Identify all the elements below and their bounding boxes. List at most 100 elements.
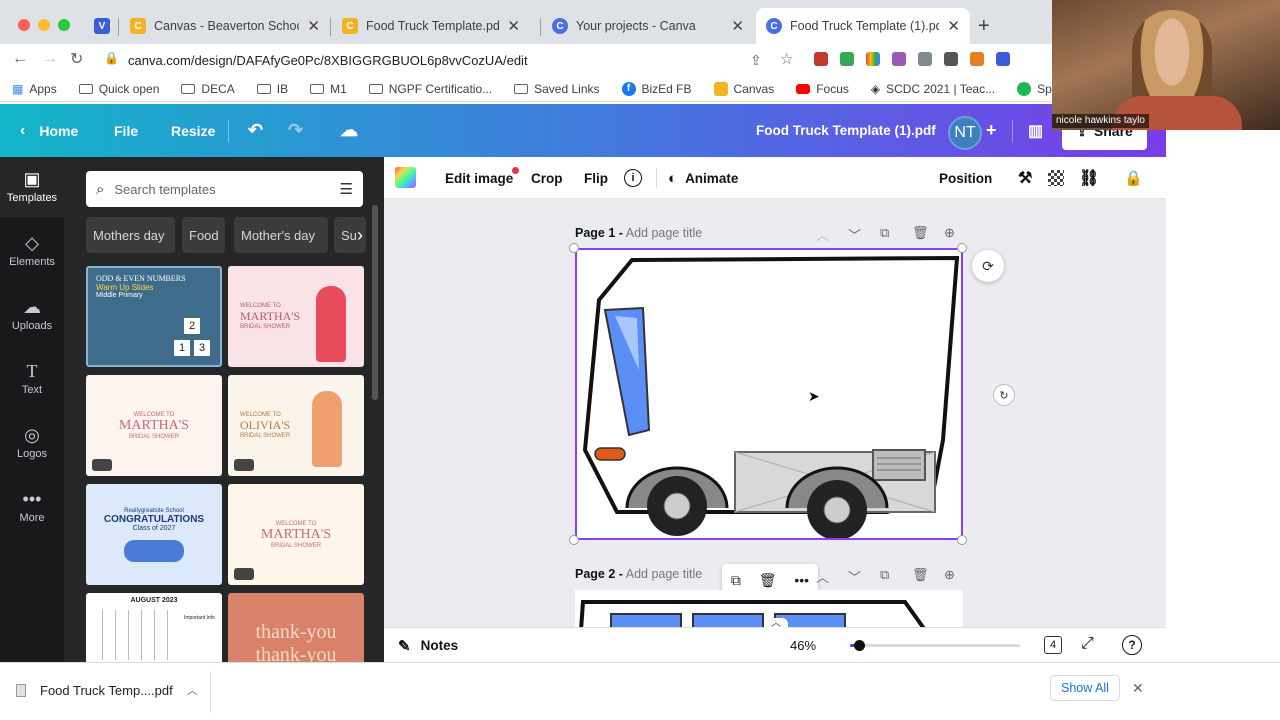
- sidebar-item-more[interactable]: ••• More: [0, 477, 64, 537]
- zoom-level[interactable]: 46%: [790, 638, 816, 653]
- filter-sliders-icon[interactable]: ☰: [340, 180, 353, 198]
- chevron-up-icon[interactable]: ︿: [816, 567, 829, 586]
- extension-icon[interactable]: [996, 52, 1010, 66]
- extension-icon[interactable]: [892, 52, 906, 66]
- sidebar-item-elements[interactable]: ◇ Elements: [0, 221, 64, 281]
- resize-handle-tl[interactable]: [569, 243, 579, 253]
- panel-scrollbar[interactable]: [372, 205, 378, 400]
- template-olivias[interactable]: WELCOME TO OLIVIA'S BRIDAL SHOWER: [228, 375, 364, 476]
- bookmark-ib[interactable]: IB: [256, 82, 288, 96]
- forward-arrow-icon[interactable]: →: [42, 50, 58, 68]
- fullscreen-icon[interactable]: ⤢: [1081, 635, 1094, 653]
- close-downloads-icon[interactable]: ✕: [1132, 680, 1144, 697]
- minimize-window-icon[interactable]: [38, 19, 50, 31]
- bookmark-ngpf[interactable]: NGPF Certificatio...: [368, 82, 492, 96]
- delete-page-icon[interactable]: 🗑: [912, 567, 929, 583]
- add-collaborator-icon[interactable]: +: [986, 104, 997, 157]
- tab-vivaldi-pinned[interactable]: V: [88, 8, 116, 44]
- page-1-canvas[interactable]: [575, 248, 963, 540]
- extension-icon[interactable]: [918, 52, 932, 66]
- tab-canvas-beaverton[interactable]: C Canvas - Beaverton School Dis ✕: [120, 8, 330, 44]
- duplicate-page-icon[interactable]: ⧉: [880, 567, 889, 583]
- position-button[interactable]: Position: [939, 157, 992, 199]
- bookmark-quick-open[interactable]: Quick open: [78, 82, 159, 96]
- avatar[interactable]: NT: [948, 116, 982, 150]
- color-picker-icon[interactable]: [395, 167, 416, 188]
- insights-chart-icon[interactable]: ▥: [1028, 104, 1043, 157]
- link-icon[interactable]: ⛓: [1079, 157, 1099, 199]
- bookmark-apps[interactable]: ▦ Apps: [12, 82, 57, 96]
- delete-page-icon[interactable]: 🗑: [912, 225, 929, 241]
- home-button[interactable]: ‹ Home: [20, 104, 78, 157]
- resize-handle-tr[interactable]: [957, 243, 967, 253]
- crop-button[interactable]: Crop: [531, 157, 563, 199]
- extension-icon[interactable]: [944, 52, 958, 66]
- sidebar-item-uploads[interactable]: ☁ Uploads: [0, 285, 64, 345]
- edit-image-button[interactable]: Edit image: [445, 157, 520, 199]
- duplicate-page-icon[interactable]: ⧉: [880, 225, 889, 241]
- sidebar-item-templates[interactable]: ▣ Templates: [0, 157, 64, 217]
- resize-handle-br[interactable]: [957, 535, 967, 545]
- bookmark-deca[interactable]: DECA: [181, 82, 235, 96]
- tab-food-truck-intro[interactable]: C Food Truck Template.pdf: Intro ✕: [332, 8, 530, 44]
- template-odd-even[interactable]: ODD & EVEN NUMBERS Warm Up Slides Middle…: [86, 266, 222, 367]
- info-icon[interactable]: i: [624, 157, 642, 199]
- show-all-button[interactable]: Show All: [1050, 675, 1120, 701]
- flip-button[interactable]: Flip: [584, 157, 608, 199]
- chevron-up-icon[interactable]: ︿: [816, 225, 829, 244]
- close-tab-icon[interactable]: ✕: [731, 17, 744, 35]
- add-page-title[interactable]: Add page title: [626, 567, 702, 581]
- chip-mothers-day-2[interactable]: Mother's day: [234, 217, 328, 253]
- bookmark-m1[interactable]: M1: [310, 82, 347, 96]
- add-page-icon[interactable]: ⊕: [944, 567, 955, 583]
- close-tab-icon[interactable]: ✕: [947, 17, 960, 35]
- template-congratulations[interactable]: Reallygreatsite School CONGRATULATIONS C…: [86, 484, 222, 585]
- resize-handle-bl[interactable]: [569, 535, 579, 545]
- lock-icon[interactable]: 🔒: [1124, 157, 1143, 199]
- template-calendar[interactable]: AUGUST 2023 Important Info: [86, 593, 222, 662]
- file-menu-button[interactable]: File: [114, 104, 138, 157]
- template-marthas-cream[interactable]: WELCOME TO MARTHA'S BRIDAL SHOWER: [228, 484, 364, 585]
- food-truck-image[interactable]: [577, 250, 961, 538]
- document-title[interactable]: Food Truck Template (1).pdf: [756, 104, 936, 157]
- chip-mothers-day[interactable]: Mothers day: [86, 217, 175, 253]
- template-marthas-floral[interactable]: WELCOME TO MARTHA'S BRIDAL SHOWER: [86, 375, 222, 476]
- transparency-icon[interactable]: [1048, 157, 1064, 199]
- new-tab-button[interactable]: +: [978, 16, 990, 36]
- zoom-slider-thumb[interactable]: [853, 640, 865, 651]
- zoom-slider[interactable]: [850, 640, 1020, 651]
- more-options-icon[interactable]: •••: [794, 572, 809, 588]
- back-arrow-icon[interactable]: ←: [12, 50, 28, 68]
- chevron-down-icon[interactable]: ﹀: [848, 225, 861, 244]
- delete-icon[interactable]: 🗑: [759, 572, 777, 589]
- maximize-window-icon[interactable]: [58, 19, 70, 31]
- chips-next-arrow-icon[interactable]: ›: [350, 217, 370, 253]
- extension-icon[interactable]: [840, 52, 854, 66]
- lock-icon[interactable]: 🔒: [104, 51, 119, 65]
- template-thank-you[interactable]: thank-you thank-you: [228, 593, 364, 662]
- undo-icon[interactable]: ↶: [248, 104, 263, 157]
- search-templates-input[interactable]: ⌕ Search templates ☰: [86, 171, 363, 207]
- close-window-icon[interactable]: [18, 19, 30, 31]
- template-marthas-pink[interactable]: WELCOME TO MARTHA'S BRIDAL SHOWER: [228, 266, 364, 367]
- chevron-up-icon[interactable]: ︿: [187, 682, 198, 698]
- tab-your-projects[interactable]: C Your projects - Canva ✕: [542, 8, 754, 44]
- extension-icon[interactable]: [866, 52, 880, 66]
- add-page-title[interactable]: Add page title: [626, 226, 702, 240]
- chevron-down-icon[interactable]: ﹀: [848, 567, 861, 586]
- download-item[interactable]: Food Truck Temp....pdf ︿: [16, 679, 198, 701]
- share-page-icon[interactable]: ⇪: [750, 52, 762, 69]
- show-pages-chevron-icon[interactable]: ︿: [764, 618, 788, 630]
- rotate-handle[interactable]: ↻: [993, 384, 1015, 406]
- chip-food[interactable]: Food: [182, 217, 225, 253]
- paint-roller-icon[interactable]: ⚒: [1018, 157, 1032, 199]
- sidebar-item-logos[interactable]: ◎ Logos: [0, 413, 64, 473]
- resize-button[interactable]: Resize: [171, 104, 215, 157]
- help-icon[interactable]: ?: [1122, 635, 1142, 655]
- bookmark-canvas[interactable]: Canvas: [713, 81, 774, 96]
- cloud-save-icon[interactable]: ☁: [340, 104, 358, 157]
- bookmark-bized-fb[interactable]: f BizEd FB: [621, 81, 692, 96]
- extension-icon[interactable]: [814, 52, 828, 66]
- extension-icon[interactable]: [970, 52, 984, 66]
- bookmark-saved-links[interactable]: Saved Links: [514, 82, 600, 96]
